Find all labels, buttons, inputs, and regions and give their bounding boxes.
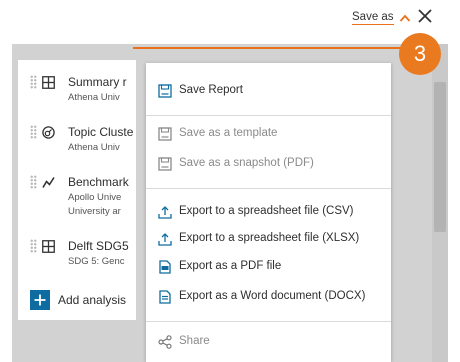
chevron-up-icon xyxy=(399,14,410,22)
drag-handle[interactable] xyxy=(30,125,37,139)
analysis-item-delft-sdg5[interactable]: Delft SDG5 SDG 5: Genc xyxy=(18,238,136,278)
analysis-subtitle: Apollo Unive xyxy=(68,192,122,203)
menu-item-label: Export to a spreadsheet file (XLSX) xyxy=(179,232,360,244)
top-bar: Save as xyxy=(0,0,460,40)
analysis-title: Summary r xyxy=(68,75,127,89)
menu-item-export-docx[interactable]: Export as a Word document (DOCX) xyxy=(146,283,391,311)
menu-item-label: Export as a PDF file xyxy=(179,260,282,272)
menu-item-export-xlsx[interactable]: Export to a spreadsheet file (XLSX) xyxy=(146,225,391,253)
analysis-subtitle: Athena Univ xyxy=(68,142,120,153)
analysis-list: Summary r Athena Univ Topic Cluste Athen… xyxy=(18,60,136,320)
plus-icon xyxy=(30,290,50,310)
menu-item-save-snapshot[interactable]: Save as a snapshot (PDF) xyxy=(146,150,391,178)
scroll-thumb[interactable] xyxy=(434,82,446,232)
menu-divider xyxy=(146,188,391,189)
save-as-toggle[interactable]: Save as xyxy=(352,9,411,27)
menu-item-label: Share xyxy=(179,335,210,347)
analysis-subtitle: SDG 5: Genc xyxy=(68,256,125,267)
menu-divider xyxy=(146,115,391,116)
save-icon xyxy=(158,157,172,171)
word-file-icon xyxy=(159,290,171,304)
drag-handle[interactable] xyxy=(30,75,37,89)
analysis-subtitle: Athena Univ xyxy=(68,92,120,103)
menu-item-export-pdf[interactable]: Export as a PDF file xyxy=(146,253,391,281)
analysis-title: Topic Cluste xyxy=(68,125,134,139)
analysis-item-benchmark[interactable]: Benchmark Apollo Unive University ar xyxy=(18,174,136,226)
analysis-title: Delft SDG5 xyxy=(68,239,129,253)
menu-item-export-csv[interactable]: Export to a spreadsheet file (CSV) xyxy=(146,198,391,226)
analysis-item-summary[interactable]: Summary r Athena Univ xyxy=(18,74,136,114)
export-upload-icon xyxy=(158,206,172,219)
save-icon xyxy=(158,84,172,98)
analysis-item-topic-cluster[interactable]: Topic Cluste Athena Univ xyxy=(18,124,136,164)
step-badge: 3 xyxy=(399,33,441,75)
drag-handle[interactable] xyxy=(30,175,37,189)
share-icon xyxy=(158,335,172,349)
add-analysis-label: Add analysis xyxy=(58,293,127,307)
report-editor: Save as Summary r Athena Univ Topic Clus… xyxy=(0,0,460,362)
save-icon xyxy=(158,127,172,141)
menu-accent-line xyxy=(133,47,401,49)
table-icon xyxy=(42,240,55,253)
topic-cluster-icon xyxy=(42,126,55,139)
save-as-label: Save as xyxy=(352,11,394,25)
analysis-title: Benchmark xyxy=(68,175,129,189)
export-upload-icon xyxy=(158,233,172,246)
menu-item-label: Export to a spreadsheet file (CSV) xyxy=(179,205,354,217)
menu-item-save-template[interactable]: Save as a template xyxy=(146,120,391,148)
menu-item-label: Export as a Word document (DOCX) xyxy=(179,290,366,302)
menu-item-label: Save as a template xyxy=(179,127,278,139)
close-icon[interactable] xyxy=(417,8,433,24)
menu-item-share[interactable]: Share xyxy=(146,328,391,356)
analysis-subtitle-2: University ar xyxy=(68,206,121,217)
pdf-file-icon xyxy=(159,260,171,274)
menu-item-label: Save Report xyxy=(179,84,243,96)
trend-line-icon xyxy=(42,177,55,188)
drag-handle[interactable] xyxy=(30,239,37,253)
menu-item-save-report[interactable]: Save Report xyxy=(146,77,391,105)
scrollbar[interactable] xyxy=(432,44,448,362)
menu-item-label: Save as a snapshot (PDF) xyxy=(179,157,314,169)
save-as-menu: Save Report Save as a template Save as a… xyxy=(146,63,391,362)
add-analysis-button[interactable]: Add analysis xyxy=(30,290,126,310)
table-icon xyxy=(42,76,55,89)
menu-divider xyxy=(146,321,391,322)
